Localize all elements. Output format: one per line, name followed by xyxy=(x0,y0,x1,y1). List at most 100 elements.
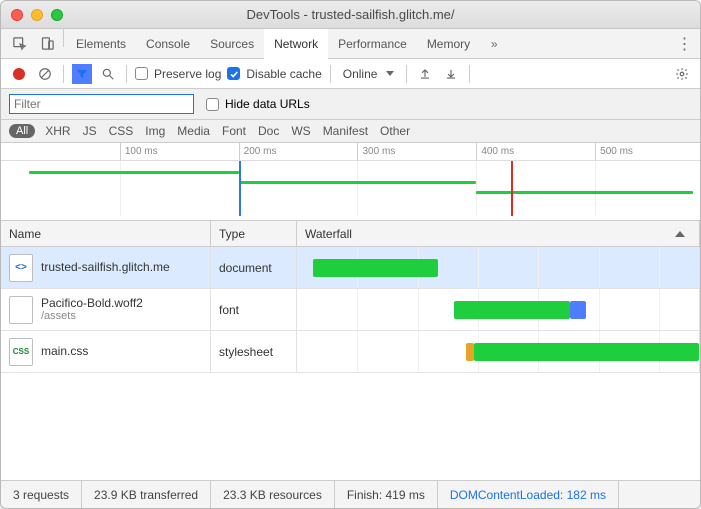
overview-bar xyxy=(239,181,477,184)
chevron-down-icon xyxy=(386,71,394,76)
status-transferred: 23.9 KB transferred xyxy=(82,481,211,508)
request-type: font xyxy=(211,289,297,330)
tabs-overflow-icon[interactable]: » xyxy=(480,29,508,58)
separator xyxy=(469,65,470,83)
tab-elements[interactable]: Elements xyxy=(66,29,136,58)
import-har-icon[interactable] xyxy=(441,64,461,84)
device-toolbar-icon[interactable] xyxy=(33,29,61,58)
separator xyxy=(63,65,64,83)
traffic-lights xyxy=(11,9,63,21)
filter-media[interactable]: Media xyxy=(177,124,210,138)
tab-console[interactable]: Console xyxy=(136,29,200,58)
status-resources: 23.3 KB resources xyxy=(211,481,335,508)
minimize-icon[interactable] xyxy=(31,9,43,21)
filter-icon[interactable] xyxy=(72,64,92,84)
request-row[interactable]: <> trusted-sailfish.glitch.me document xyxy=(1,247,700,289)
separator xyxy=(330,65,331,83)
column-name[interactable]: Name xyxy=(1,221,211,246)
filter-css[interactable]: CSS xyxy=(109,124,134,138)
clear-icon[interactable] xyxy=(35,64,55,84)
hide-data-urls-checkbox[interactable]: Hide data URLs xyxy=(206,97,310,111)
waterfall-cell xyxy=(297,247,700,288)
disable-cache-label: Disable cache xyxy=(246,67,321,81)
titlebar: DevTools - trusted-sailfish.glitch.me/ xyxy=(1,1,700,29)
record-button[interactable] xyxy=(9,64,29,84)
preserve-log-checkbox[interactable]: Preserve log xyxy=(135,67,221,81)
request-list: <>trusted-sailfish.glitch.medocumentPaci… xyxy=(1,247,700,480)
window-title: DevTools - trusted-sailfish.glitch.me/ xyxy=(246,7,454,22)
waterfall-cell xyxy=(297,331,700,372)
search-icon[interactable] xyxy=(98,64,118,84)
overview-bar xyxy=(29,171,239,174)
filter-font[interactable]: Font xyxy=(222,124,246,138)
checkbox-icon xyxy=(206,98,219,111)
column-waterfall[interactable]: Waterfall xyxy=(297,221,700,246)
status-finish: Finish: 419 ms xyxy=(335,481,438,508)
more-menu-icon[interactable]: ⋮ xyxy=(670,29,700,58)
filter-manifest[interactable]: Manifest xyxy=(323,124,368,138)
filter-all[interactable]: All xyxy=(9,124,35,138)
type-filter-row: All XHR JS CSS Img Media Font Doc WS Manifest Oth… xyxy=(1,120,700,143)
tab-memory[interactable]: Memory xyxy=(417,29,480,58)
filter-js[interactable]: JS xyxy=(83,124,97,138)
filter-img[interactable]: Img xyxy=(145,124,165,138)
sort-asc-icon xyxy=(675,231,685,237)
request-name: trusted-sailfish.glitch.me xyxy=(41,260,170,274)
export-har-icon[interactable] xyxy=(415,64,435,84)
timeline-tick: 500 ms xyxy=(595,143,633,160)
request-name: Pacifico-Bold.woff2 xyxy=(41,296,143,310)
filter-ws[interactable]: WS xyxy=(291,124,310,138)
request-row[interactable]: Pacifico-Bold.woff2/assets font xyxy=(1,289,700,331)
throttling-value: Online xyxy=(343,67,378,81)
waterfall-bar xyxy=(570,301,586,319)
hide-data-urls-label: Hide data URLs xyxy=(225,97,310,111)
filter-input[interactable] xyxy=(9,94,194,114)
waterfall-bar xyxy=(474,343,699,361)
load-line xyxy=(511,161,513,216)
timeline-tick: 200 ms xyxy=(239,143,277,160)
filter-doc[interactable]: Doc xyxy=(258,124,279,138)
inspect-element-icon[interactable] xyxy=(5,29,33,58)
column-type[interactable]: Type xyxy=(211,221,297,246)
disable-cache-checkbox[interactable]: Disable cache xyxy=(227,67,321,81)
request-name: main.css xyxy=(41,344,88,358)
file-icon: CSS xyxy=(9,338,33,366)
checkbox-checked-icon xyxy=(227,67,240,80)
zoom-icon[interactable] xyxy=(51,9,63,21)
overview-bar xyxy=(476,191,693,194)
waterfall-bar xyxy=(454,301,571,319)
timeline-tick: 400 ms xyxy=(476,143,514,160)
filter-xhr[interactable]: XHR xyxy=(45,124,70,138)
request-path: /assets xyxy=(41,310,143,323)
throttling-select[interactable]: Online xyxy=(339,67,399,81)
column-headers: Name Type Waterfall xyxy=(1,221,700,247)
filter-bar: Hide data URLs xyxy=(1,89,700,120)
tab-sources[interactable]: Sources xyxy=(200,29,264,58)
dcl-line xyxy=(239,161,241,216)
settings-gear-icon[interactable] xyxy=(672,64,692,84)
file-icon: <> xyxy=(9,254,33,282)
status-requests: 3 requests xyxy=(1,481,82,508)
preserve-log-label: Preserve log xyxy=(154,67,221,81)
panel-tabstrip: ElementsConsoleSourcesNetworkPerformance… xyxy=(1,29,700,59)
network-toolbar: Preserve log Disable cache Online xyxy=(1,59,700,89)
separator xyxy=(126,65,127,83)
devtools-window: DevTools - trusted-sailfish.glitch.me/ E… xyxy=(0,0,701,509)
status-bar: 3 requests 23.9 KB transferred 23.3 KB r… xyxy=(1,480,700,508)
timeline-tick: 300 ms xyxy=(357,143,395,160)
separator xyxy=(406,65,407,83)
column-waterfall-label: Waterfall xyxy=(305,227,352,241)
timeline-tick: 100 ms xyxy=(120,143,158,160)
request-type: document xyxy=(211,247,297,288)
tab-performance[interactable]: Performance xyxy=(328,29,417,58)
waterfall-bar xyxy=(313,259,438,277)
filter-other[interactable]: Other xyxy=(380,124,410,138)
checkbox-icon xyxy=(135,67,148,80)
request-type: stylesheet xyxy=(211,331,297,372)
tab-network[interactable]: Network xyxy=(264,29,328,58)
close-icon[interactable] xyxy=(11,9,23,21)
file-icon xyxy=(9,296,33,324)
request-row[interactable]: CSS main.css stylesheet xyxy=(1,331,700,373)
timeline-overview[interactable]: 100 ms 200 ms 300 ms 400 ms 500 ms xyxy=(1,143,700,221)
waterfall-cell xyxy=(297,289,700,330)
